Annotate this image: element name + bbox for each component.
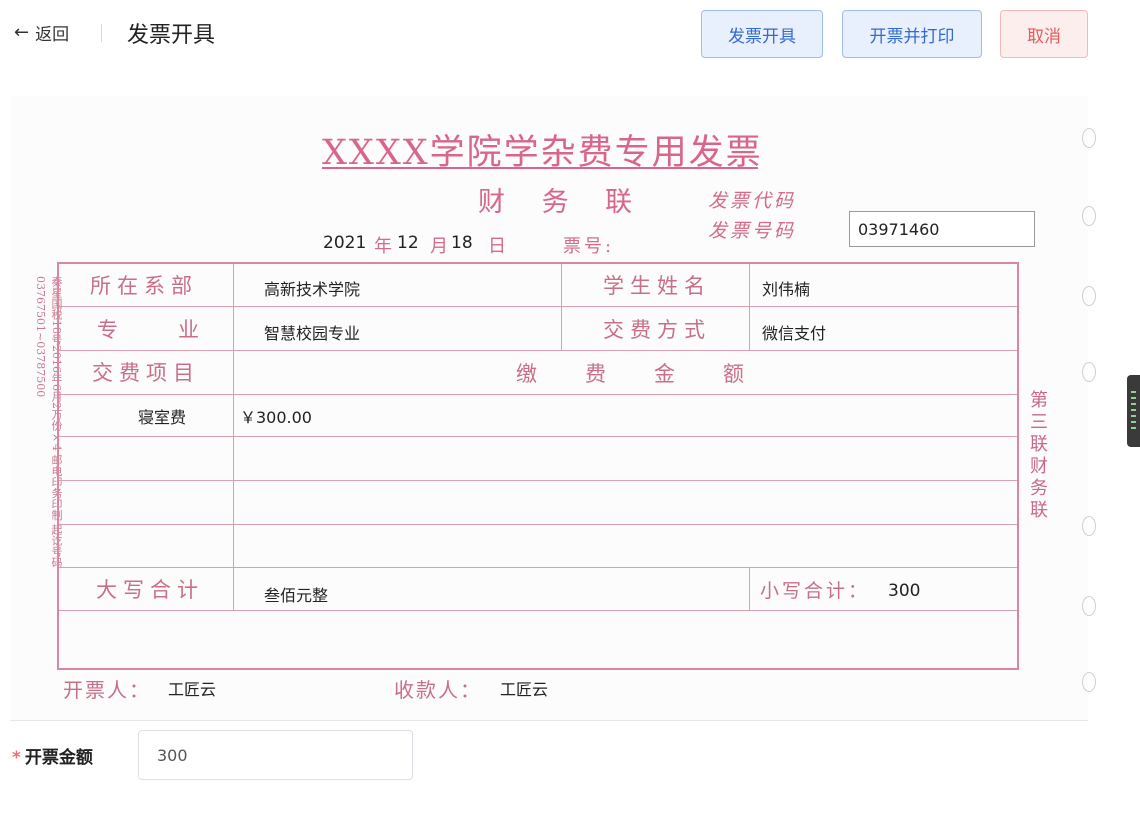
binding-hole-icon (1082, 286, 1096, 306)
date-day: 18 (451, 233, 473, 253)
ticket-label: 票号: (563, 236, 615, 257)
date-year-unit: 年 (374, 236, 392, 257)
total-upper-label: 大写合计 (96, 578, 204, 602)
binding-hole-icon (1082, 206, 1096, 226)
major-value: 智慧校园专业 (264, 324, 361, 343)
fee-item-name: 寝室费 (138, 408, 187, 427)
date-month: 12 (397, 233, 419, 253)
fee-item-amount: ￥300.00 (240, 408, 312, 427)
required-mark: * (12, 748, 21, 768)
binding-hole-icon (1082, 516, 1096, 536)
pay-method-value: 微信支付 (762, 324, 827, 343)
date-month-unit: 月 (430, 236, 448, 257)
header-divider (101, 24, 102, 42)
invoice-number-label: 发票号码 (708, 220, 797, 242)
invoice-code-label: 发票代码 (708, 190, 797, 212)
payee-value: 工匠云 (500, 680, 549, 699)
side-drag-handle[interactable] (1127, 375, 1140, 447)
issuer-label: 开票人： (63, 678, 151, 702)
binding-hole-icon (1082, 596, 1096, 616)
invoice-number-field[interactable]: 03971460 (849, 211, 1035, 247)
invoice-subtitle: 财 务 联 (478, 187, 647, 218)
invoice-amount-input[interactable] (138, 730, 413, 780)
date-year: 2021 (323, 233, 367, 253)
issue-and-print-button[interactable]: 开票并打印 (842, 10, 982, 58)
total-lower-value: 300 (888, 581, 921, 601)
back-label: 返回 (35, 25, 70, 45)
back-button[interactable]: ← 返回 (14, 20, 69, 45)
binding-hole-icon (1082, 672, 1096, 692)
issuer-value: 工匠云 (168, 680, 217, 699)
payee-label: 收款人： (394, 678, 482, 702)
form-divider (10, 720, 1088, 721)
pay-method-label: 交费方式 (603, 318, 711, 342)
major-label: 专 业 (97, 318, 205, 342)
total-lower-label: 小写合计： (760, 580, 871, 602)
dept-value: 高新技术学院 (264, 280, 361, 299)
invoice-amount-label-text: 开票金额 (24, 748, 93, 768)
arrow-left-icon: ← (14, 21, 30, 43)
invoice-copy-label: 第三联 财务联 (1030, 390, 1048, 521)
binding-hole-icon (1082, 128, 1096, 148)
binding-hole-icon (1082, 362, 1096, 382)
issue-invoice-button[interactable]: 发票开具 (701, 10, 823, 58)
student-name-label: 学生姓名 (603, 274, 711, 298)
cancel-button[interactable]: 取消 (1000, 10, 1088, 58)
date-day-unit: 日 (488, 236, 506, 257)
amount-header-label: 缴 费 金 额 (516, 362, 746, 386)
fee-item-label: 交费项目 (92, 361, 200, 385)
page-title: 发票开具 (127, 23, 216, 48)
student-name-value: 刘伟楠 (762, 280, 811, 299)
dept-label: 所在系部 (90, 274, 198, 298)
total-upper-value: 叁佰元整 (264, 586, 329, 605)
invoice-title-underline (322, 167, 758, 169)
invoice-amount-label: * 开票金额 (12, 743, 93, 768)
